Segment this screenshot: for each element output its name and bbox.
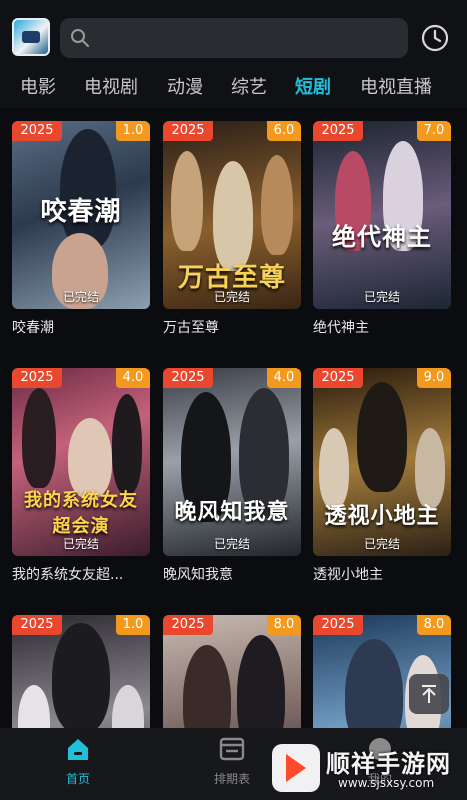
home-icon (68, 739, 88, 760)
poster-figure (112, 685, 144, 728)
poster[interactable]: 2025 8.0 (163, 615, 301, 728)
drama-grid: 咬春潮 2025 1.0 已完结 咬春潮 万古至尊 2025 6.0 已完结 万… (0, 108, 467, 728)
status-label: 已完结 (363, 537, 400, 551)
status-label: 已完结 (213, 290, 250, 304)
poster-figure (415, 428, 445, 508)
drama-card[interactable]: 2025 8.0 (163, 615, 301, 728)
year-badge: 2025 (163, 615, 213, 635)
site-watermark: 顺祥手游网 www.sjsxsy.com (272, 740, 462, 796)
score-badge: 8.0 (267, 615, 301, 635)
poster-figure (319, 428, 349, 508)
tab-variety[interactable]: 综艺 (231, 73, 267, 99)
tab-live-tv[interactable]: 电视直播 (360, 73, 432, 99)
drama-title[interactable]: 透视小地主 (313, 564, 451, 584)
poster-figure (22, 388, 56, 488)
year-badge: 2025 (313, 121, 363, 141)
drama-card[interactable]: 万古至尊 2025 6.0 已完结 万古至尊 (163, 121, 301, 337)
score-badge: 6.0 (267, 121, 301, 141)
poster-title-text: 绝代神主 (332, 223, 432, 251)
nav-home-label: 首页 (65, 772, 90, 786)
tab-short-drama[interactable]: 短剧 (295, 73, 331, 99)
poster[interactable]: 晚风知我意 2025 4.0 已完结 (163, 368, 301, 556)
poster[interactable]: 万古至尊 2025 6.0 已完结 (163, 121, 301, 309)
poster[interactable]: 绝代神主 2025 7.0 已完结 (313, 121, 451, 309)
drama-title[interactable]: 万古至尊 (163, 317, 301, 337)
drama-title[interactable]: 晚风知我意 (163, 564, 301, 584)
score-badge: 7.0 (417, 121, 451, 141)
drama-card[interactable]: 晚风知我意 2025 4.0 已完结 晚风知我意 (163, 368, 301, 584)
score-badge: 1.0 (116, 615, 150, 635)
poster-figure (237, 635, 285, 728)
status-label: 已完结 (213, 537, 250, 551)
tab-anime[interactable]: 动漫 (167, 73, 203, 99)
drama-title[interactable]: 我的系统女友超... (12, 564, 150, 584)
year-badge: 2025 (12, 368, 62, 388)
poster-figure (18, 685, 50, 728)
drama-title[interactable]: 咬春潮 (12, 317, 150, 337)
poster-title-text: 透视小地主 (324, 504, 440, 529)
poster-figure (357, 382, 407, 492)
poster[interactable]: 咬春潮 2025 1.0 已完结 (12, 121, 150, 309)
drama-card[interactable]: 2025 1.0 (12, 615, 150, 728)
poster[interactable]: 我的系统女友超会演 2025 4.0 已完结 (12, 368, 150, 556)
poster-title-text: 咬春潮 (40, 197, 122, 227)
status-label: 已完结 (62, 290, 99, 304)
search-box[interactable] (60, 18, 408, 58)
year-badge: 2025 (313, 368, 363, 388)
poster-title-text: 我的系统女友超会演 (24, 490, 138, 537)
tab-movie[interactable]: 电影 (20, 73, 56, 99)
poster[interactable]: 透视小地主 2025 9.0 已完结 (313, 368, 451, 556)
score-badge: 8.0 (417, 615, 451, 635)
search-icon (71, 29, 89, 47)
poster-figure (60, 129, 116, 249)
tab-tv-series[interactable]: 电视剧 (84, 73, 138, 99)
score-badge: 4.0 (116, 368, 150, 388)
arrow-up-icon (422, 685, 436, 703)
nav-schedule[interactable]: 排期表 (192, 736, 272, 787)
poster-figure (213, 161, 253, 271)
history-clock-icon[interactable] (420, 23, 450, 53)
year-badge: 2025 (12, 121, 62, 141)
year-badge: 2025 (313, 615, 363, 635)
score-badge: 1.0 (116, 121, 150, 141)
top-bar (0, 0, 467, 64)
poster-title-text: 晚风知我意 (174, 500, 290, 525)
score-badge: 4.0 (267, 368, 301, 388)
poster-figure (52, 623, 110, 728)
scroll-to-top-button[interactable] (409, 674, 449, 714)
score-badge: 9.0 (417, 368, 451, 388)
poster-figure (345, 639, 403, 728)
status-label: 已完结 (363, 290, 400, 304)
schedule-icon (219, 737, 245, 761)
drama-card[interactable]: 我的系统女友超会演 2025 4.0 已完结 我的系统女友超... (12, 368, 150, 584)
drama-title[interactable]: 绝代神主 (313, 317, 451, 337)
drama-card[interactable]: 绝代神主 2025 7.0 已完结 绝代神主 (313, 121, 451, 337)
drama-card[interactable]: 咬春潮 2025 1.0 已完结 咬春潮 (12, 121, 150, 337)
year-badge: 2025 (163, 121, 213, 141)
search-input[interactable] (96, 18, 396, 58)
nav-schedule-label: 排期表 (213, 772, 250, 786)
category-tabs: 电影 电视剧 动漫 综艺 短剧 电视直播 (0, 64, 467, 108)
status-label: 已完结 (62, 537, 99, 551)
watermark-text: 顺祥手游网 (326, 750, 451, 778)
watermark-logo-icon (272, 744, 320, 792)
poster-figure (112, 394, 142, 494)
drama-card[interactable]: 透视小地主 2025 9.0 已完结 透视小地主 (313, 368, 451, 584)
year-badge: 2025 (12, 615, 62, 635)
year-badge: 2025 (163, 368, 213, 388)
nav-home[interactable]: 首页 (38, 736, 118, 787)
poster-figure (261, 155, 293, 255)
poster[interactable]: 2025 1.0 (12, 615, 150, 728)
app-logo[interactable] (12, 18, 50, 56)
watermark-url: www.sjsxsy.com (338, 776, 435, 790)
poster-figure (171, 151, 203, 251)
poster-figure (183, 645, 231, 728)
